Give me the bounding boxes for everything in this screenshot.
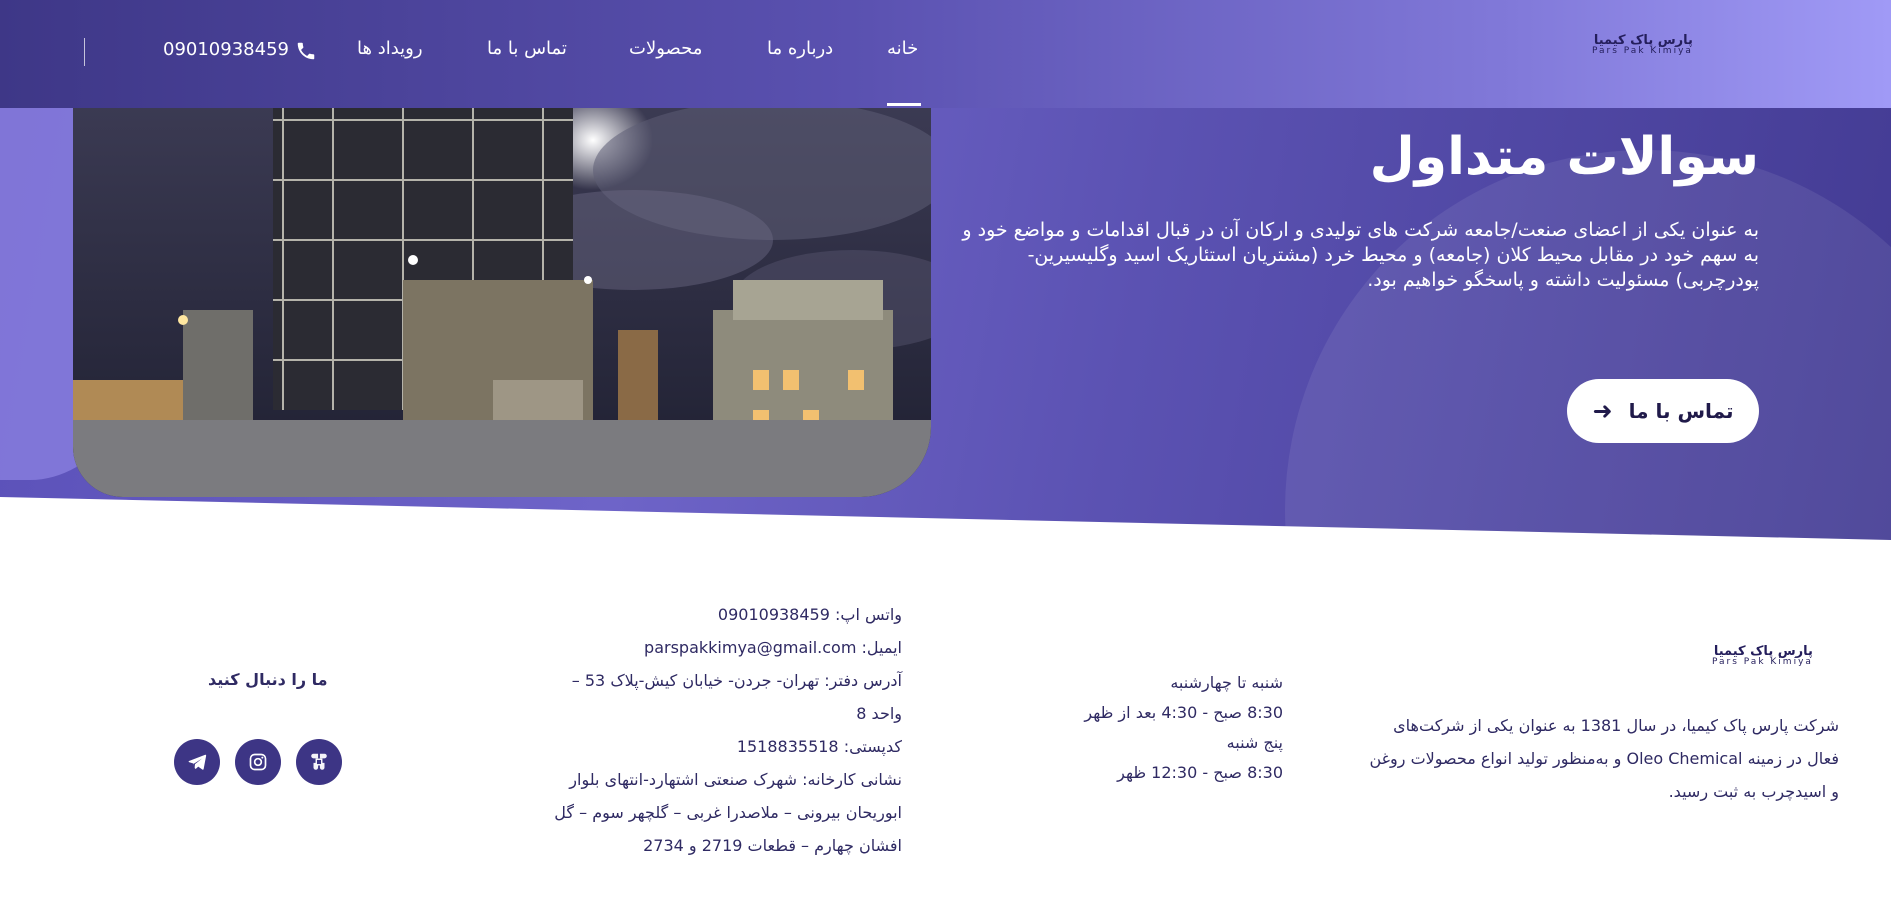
app-icon[interactable]: [296, 739, 342, 785]
telegram-icon[interactable]: [174, 739, 220, 785]
footer-about-text: شرکت پارس پاک کیمیا، در سال 1381 به عنوا…: [1369, 716, 1839, 801]
header: پارس پاک کیمیا Pars Pak Kimiya خانه دربا…: [0, 0, 1891, 108]
nav-home[interactable]: خانه: [887, 38, 918, 59]
hero-description: به عنوان یکی از اعضای صنعت/جامعه شرکت ها…: [962, 219, 1759, 291]
nav-events[interactable]: رویداد ها: [357, 38, 423, 59]
contact-email[interactable]: ایمیل: parspakkimya@gmail.com: [540, 631, 902, 664]
contact-info: واتس اپ: 09010938459 ایمیل: parspakkimya…: [540, 598, 902, 862]
hours-time-2: 8:30 صبح - 12:30 ظهر: [1117, 763, 1283, 782]
contact-whatsapp[interactable]: واتس اپ: 09010938459: [540, 598, 902, 631]
contact-us-label: تماس با ما: [1628, 399, 1734, 423]
hours-days-1: شنبه تا چهارشنبه: [1170, 673, 1283, 692]
decorative-circle: [1285, 150, 1891, 540]
phone-icon: [297, 42, 315, 60]
contact-factory-address: نشانی کارخانه: شهرک صنعتی اشتهارد-انتهای…: [554, 770, 902, 855]
header-phone[interactable]: 09010938459: [163, 39, 289, 60]
contact-us-button[interactable]: تماس با ما ➜: [1567, 379, 1759, 443]
nav-contact[interactable]: تماس با ما: [487, 38, 567, 59]
working-hours: شنبه تا چهارشنبه 8:30 صبح - 4:30 بعد از …: [1084, 668, 1283, 788]
hours-days-2: پنج شنبه: [1226, 733, 1283, 752]
contact-office-address: آدرس دفتر: تهران- جردن- خیابان کیش-پلاک …: [571, 671, 902, 723]
nav-about[interactable]: درباره ما: [767, 38, 833, 59]
instagram-icon[interactable]: [235, 739, 281, 785]
footer-logo: پارس پاک کیمیا Pars Pak Kimiya: [1712, 645, 1813, 667]
footer-logo-text-en: Pars Pak Kimiya: [1712, 657, 1813, 667]
follow-us-label: ما را دنبال کنید: [208, 670, 328, 689]
header-divider: [84, 38, 85, 66]
factory-photo: [73, 80, 931, 497]
contact-postal-code: کدپستی: 1518835518: [736, 737, 902, 756]
page-title: سوالات متداول: [1369, 127, 1759, 187]
logo[interactable]: پارس پاک کیمیا Pars Pak Kimiya: [1592, 34, 1693, 56]
nav-products[interactable]: محصولات: [629, 38, 702, 59]
arrow-icon: ➜: [1592, 397, 1613, 425]
nav-active-indicator: [887, 103, 921, 106]
hours-time-1: 8:30 صبح - 4:30 بعد از ظهر: [1084, 703, 1283, 722]
logo-text-en: Pars Pak Kimiya: [1592, 46, 1693, 56]
